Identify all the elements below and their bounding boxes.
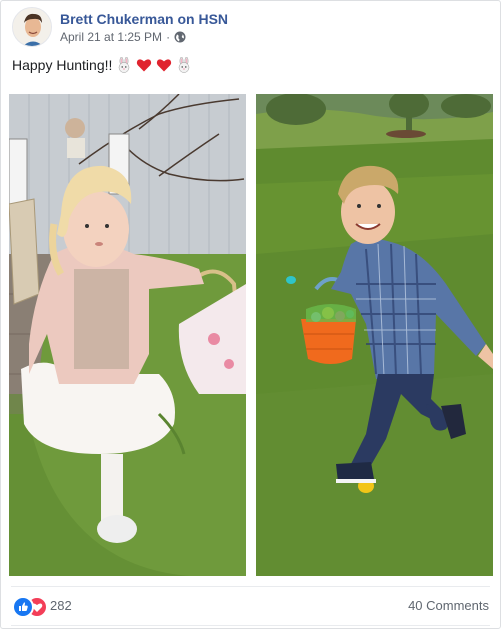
post-footer: 282 40 Comments	[12, 593, 489, 618]
author-name-link[interactable]: Brett Chukerman on HSN	[60, 11, 228, 27]
globe-icon[interactable]	[174, 31, 186, 43]
author-avatar[interactable]	[12, 7, 52, 47]
reactions-summary[interactable]: 282	[12, 596, 72, 618]
reaction-icons	[12, 596, 48, 618]
red-heart-emoji	[136, 57, 152, 73]
like-icon	[12, 596, 34, 618]
post-timestamp[interactable]: April 21 at 1:25 PM	[60, 30, 162, 44]
post-message: Happy Hunting!!	[12, 56, 192, 73]
photo-girl-with-basket[interactable]	[9, 94, 246, 576]
actions-divider	[11, 625, 490, 626]
reaction-count[interactable]: 282	[50, 598, 72, 613]
meta-separator: ·	[166, 30, 171, 44]
comments-count-link[interactable]: 40 Comments	[408, 598, 489, 613]
post-message-text: Happy Hunting!!	[12, 57, 113, 73]
footer-divider	[11, 586, 490, 587]
bunny-emoji	[176, 56, 192, 73]
red-heart-emoji	[156, 57, 172, 73]
post-meta: April 21 at 1:25 PM ·	[60, 30, 186, 44]
photo-boy-with-basket[interactable]	[256, 94, 493, 576]
photo-grid	[9, 94, 493, 576]
facebook-post: Brett Chukerman on HSN April 21 at 1:25 …	[0, 0, 501, 629]
bunny-emoji	[116, 56, 132, 73]
